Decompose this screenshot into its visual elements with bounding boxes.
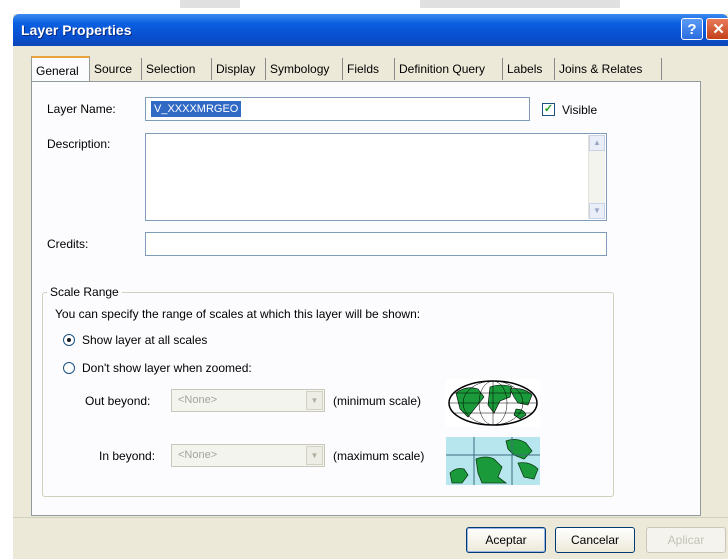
close-button[interactable]: ✕ (706, 18, 728, 40)
help-button[interactable]: ? (681, 18, 703, 40)
tab-symbology[interactable]: Symbology (266, 58, 343, 80)
credits-label: Credits: (47, 237, 89, 251)
show-all-scales-label: Show layer at all scales (82, 333, 208, 347)
chevron-down-icon[interactable]: ▼ (306, 446, 323, 465)
out-beyond-value: <None> (178, 394, 218, 406)
footer-divider (13, 517, 728, 518)
tab-definition-query[interactable]: Definition Query (395, 58, 503, 80)
visible-label: Visible (562, 103, 598, 117)
scale-range-title: Scale Range (47, 285, 122, 299)
description-textarea[interactable]: ▲ ▼ (145, 133, 607, 221)
check-icon: ✓ (543, 103, 554, 115)
tab-source[interactable]: Source (90, 58, 142, 80)
scroll-down-icon[interactable]: ▼ (589, 203, 605, 219)
help-icon: ? (687, 21, 697, 38)
background-fragment (420, 0, 620, 8)
tab-joins-relates[interactable]: Joins & Relates (555, 58, 662, 80)
in-beyond-select[interactable]: <None> ▼ (171, 444, 325, 467)
layer-name-value: V_XXXXMRGEO (151, 101, 242, 117)
out-beyond-label: Out beyond: (85, 394, 151, 408)
general-tab-panel: Layer Name: V_XXXXMRGEO ✓ Visible Descri… (31, 81, 701, 516)
close-icon: ✕ (712, 21, 725, 38)
show-all-scales-radio[interactable] (63, 334, 75, 346)
tab-fields[interactable]: Fields (343, 58, 395, 80)
dont-show-zoomed-radio[interactable] (63, 362, 75, 374)
scale-range-group: Scale Range You can specify the range of… (42, 285, 614, 497)
tab-labels[interactable]: Labels (503, 58, 555, 80)
visible-checkbox[interactable]: ✓ (542, 103, 555, 116)
title-bar[interactable]: Layer Properties ? ✕ (13, 14, 728, 46)
tab-general[interactable]: General (31, 56, 90, 82)
scroll-up-icon[interactable]: ▲ (589, 135, 605, 151)
zoomed-map-icon (446, 437, 540, 485)
scale-range-intro: You can specify the range of scales at w… (55, 307, 421, 321)
layer-properties-dialog: Layer Properties ? ✕ General Source Sele… (13, 14, 728, 559)
tab-selection[interactable]: Selection (142, 58, 212, 80)
cancel-button[interactable]: Cancelar (555, 527, 635, 553)
dont-show-zoomed-label: Don't show layer when zoomed: (82, 361, 252, 375)
description-label: Description: (47, 137, 111, 151)
tab-display[interactable]: Display (212, 58, 266, 80)
in-beyond-value: <None> (178, 449, 218, 461)
maximum-scale-hint: (maximum scale) (333, 449, 425, 463)
minimum-scale-hint: (minimum scale) (333, 394, 422, 408)
ok-button[interactable]: Aceptar (466, 527, 546, 553)
out-beyond-select[interactable]: <None> ▼ (171, 389, 325, 412)
apply-button[interactable]: Aplicar (646, 527, 726, 553)
chevron-down-icon[interactable]: ▼ (306, 391, 323, 410)
credits-input[interactable] (145, 232, 607, 256)
world-globe-icon (446, 379, 540, 427)
background-fragment (180, 0, 240, 8)
description-scrollbar[interactable]: ▲ ▼ (588, 135, 605, 219)
layer-name-input[interactable]: V_XXXXMRGEO (145, 97, 530, 121)
in-beyond-label: In beyond: (99, 449, 156, 463)
layer-name-label: Layer Name: (47, 102, 116, 116)
dialog-title: Layer Properties (21, 22, 132, 38)
